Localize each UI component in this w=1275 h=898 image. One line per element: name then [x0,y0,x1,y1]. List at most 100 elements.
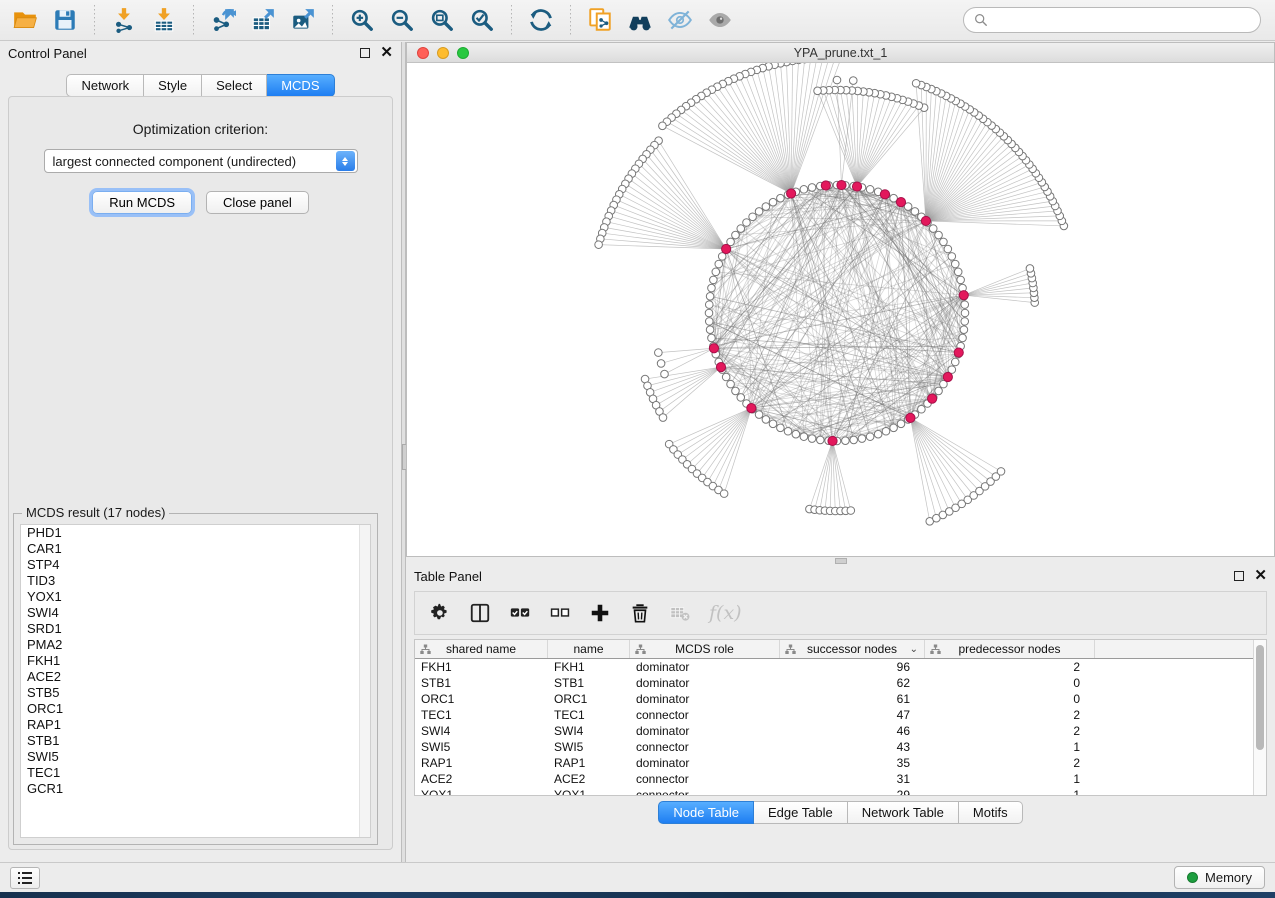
deselect-all-checks-icon[interactable] [549,598,571,628]
table-cell[interactable]: 31 [780,771,925,787]
network-node[interactable] [890,424,898,432]
network-node[interactable] [882,427,890,435]
network-node[interactable] [866,433,874,441]
network-node[interactable] [792,430,800,438]
network-leaf-node[interactable] [657,360,665,368]
network-node[interactable] [715,260,723,268]
mcds-hub-node[interactable] [828,436,837,445]
table-cell[interactable]: RAP1 [548,755,630,771]
table-cell[interactable]: 96 [780,659,925,675]
mcds-hub-node[interactable] [896,198,905,207]
mcds-result-item[interactable]: SWI5 [21,749,370,765]
network-node[interactable] [706,326,714,334]
table-cell[interactable]: 43 [780,739,925,755]
table-cell[interactable]: 2 [925,755,1095,771]
network-node[interactable] [706,292,714,300]
table-row[interactable]: RAP1RAP1dominator352 [415,755,1266,771]
network-leaf-node[interactable] [659,414,667,422]
mcds-result-item[interactable]: YOX1 [21,589,370,605]
mcds-result-item[interactable]: STB5 [21,685,370,701]
mcds-hub-node[interactable] [787,189,796,198]
column-header-shared-name[interactable]: shared name [415,640,548,658]
network-canvas[interactable] [407,63,1274,556]
search-box[interactable] [963,7,1261,33]
import-network-icon[interactable] [107,4,141,36]
import-table-icon[interactable] [147,4,181,36]
network-node[interactable] [816,436,824,444]
network-node[interactable] [948,253,956,261]
network-node[interactable] [762,416,770,424]
float-table-panel-icon[interactable] [1234,571,1244,581]
table-cell[interactable]: dominator [630,675,780,691]
table-cell[interactable]: dominator [630,755,780,771]
mcds-hub-node[interactable] [928,394,937,403]
delete-row-icon[interactable] [629,598,651,628]
open-file-icon[interactable] [8,4,42,36]
network-node[interactable] [755,411,763,419]
tab-mcds[interactable]: MCDS [267,74,334,97]
table-cell[interactable]: TEC1 [415,707,548,723]
network-leaf-node[interactable] [849,77,857,85]
export-table-icon[interactable] [246,4,280,36]
table-cell[interactable]: 61 [780,691,925,707]
zoom-out-icon[interactable] [385,4,419,36]
search-binoculars-icon[interactable] [623,4,657,36]
close-panel-icon[interactable]: ✕ [380,48,393,58]
zoom-fit-icon[interactable] [425,4,459,36]
criterion-select[interactable]: largest connected component (undirected) [44,149,358,173]
network-node[interactable] [935,231,943,239]
network-node[interactable] [808,184,816,192]
network-node[interactable] [749,213,757,221]
network-leaf-node[interactable] [720,490,728,498]
hide-graphics-icon[interactable] [663,4,697,36]
mcds-hub-node[interactable] [959,291,968,300]
mcds-hub-node[interactable] [821,181,830,190]
network-node[interactable] [743,219,751,227]
mcds-result-item[interactable]: SRD1 [21,621,370,637]
network-node[interactable] [935,387,943,395]
table-cell[interactable]: 47 [780,707,925,723]
table-cell[interactable]: 2 [925,723,1095,739]
mcds-result-item[interactable]: RAP1 [21,717,370,733]
table-cell[interactable]: connector [630,771,780,787]
table-cell[interactable]: dominator [630,659,780,675]
table-cell[interactable]: ACE2 [548,771,630,787]
network-node[interactable] [960,326,968,334]
table-cell[interactable]: 35 [780,755,925,771]
table-cell[interactable]: 1 [925,739,1095,755]
mcds-hub-node[interactable] [880,190,889,199]
table-cell[interactable]: 2 [925,707,1095,723]
network-node[interactable] [705,309,713,317]
network-node[interactable] [732,231,740,239]
network-node[interactable] [961,309,969,317]
network-leaf-node[interactable] [847,507,855,515]
result-scrollbar[interactable] [359,525,370,837]
network-node[interactable] [705,318,713,326]
network-node[interactable] [951,260,959,268]
mcds-result-item[interactable]: STB1 [21,733,370,749]
mcds-result-list[interactable]: PHD1CAR1STP4TID3YOX1SWI4SRD1PMA2FKH1ACE2… [20,524,371,838]
table-cell[interactable]: RAP1 [415,755,548,771]
mcds-result-item[interactable]: TEC1 [21,765,370,781]
network-node[interactable] [708,334,716,342]
mcds-hub-node[interactable] [954,348,963,357]
network-leaf-node[interactable] [659,122,667,130]
table-cell[interactable]: SWI5 [415,739,548,755]
network-node[interactable] [727,380,735,388]
add-row-icon[interactable] [589,598,611,628]
table-cell[interactable]: TEC1 [548,707,630,723]
table-row[interactable]: TEC1TEC1connector472 [415,707,1266,723]
tab-select[interactable]: Select [202,74,267,97]
column-header-successor-nodes[interactable]: successor nodes⌄ [780,640,925,658]
network-node[interactable] [712,268,720,276]
table-cell[interactable]: connector [630,707,780,723]
mcds-result-item[interactable]: SWI4 [21,605,370,621]
network-node[interactable] [808,435,816,443]
tab-style[interactable]: Style [144,74,202,97]
network-node[interactable] [911,208,919,216]
table-cell[interactable]: connector [630,739,780,755]
network-node[interactable] [784,427,792,435]
mcds-hub-node[interactable] [722,244,731,253]
horizontal-splitter-handle[interactable] [835,558,847,564]
network-node[interactable] [954,268,962,276]
